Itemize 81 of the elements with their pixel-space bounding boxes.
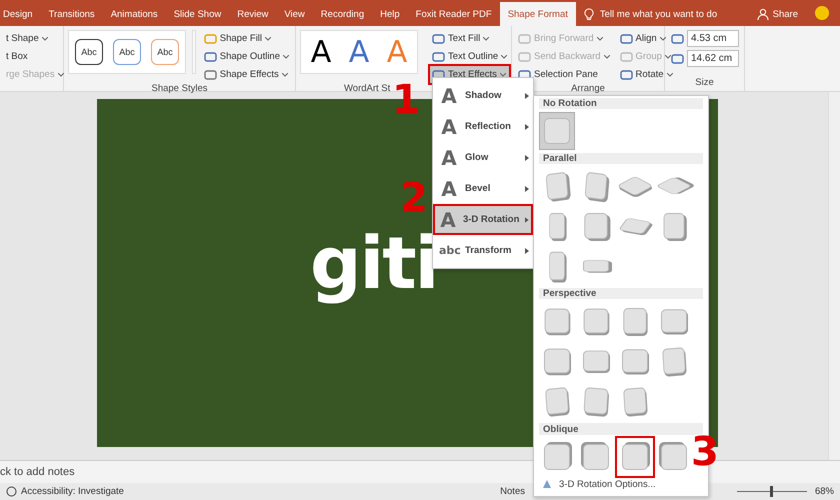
ribbon-command[interactable]: t Shape [4,30,66,47]
ribbon-command[interactable]: Shape Effects [202,66,291,83]
group-label: Size [695,77,714,90]
effect-icon: A [439,114,459,138]
section-header: No Rotation [539,98,703,110]
caret-icon [483,36,490,40]
shape-style-preset[interactable]: Abc [113,39,141,65]
notes-button[interactable]: Notes [500,486,525,497]
zoom-level[interactable]: 68% [814,486,834,497]
menu-item[interactable]: A Shadow [433,80,533,111]
effect-icon: abc [439,244,459,257]
ribbon-tab[interactable]: Foxit Reader PDF [408,2,500,26]
ribbon-tab[interactable]: Help [372,2,408,26]
group-label: Shape Styles [152,83,208,95]
effect-icon: A [439,176,459,200]
ribbon-command[interactable]: Rotate [618,66,675,83]
submenu-arrow-icon [525,248,529,254]
ribbon-command[interactable]: Shape Outline [202,48,291,65]
ribbon-tab[interactable]: Design [0,2,41,26]
submenu-arrow-icon [525,124,529,130]
section-header: Oblique [539,423,703,435]
caret-icon [42,36,48,40]
ribbon-tab[interactable]: Transitions [40,2,103,26]
wordart-preset[interactable]: A [345,34,373,70]
lightbulb-icon [584,8,594,20]
ribbon-tab[interactable]: Review [229,2,276,26]
caret-icon [664,54,671,58]
menu-item[interactable]: A Glow [433,142,533,173]
vertical-scrollbar[interactable] [828,92,840,460]
ribbon-tab[interactable]: Animations [102,2,166,26]
share-button[interactable]: Share [756,2,798,26]
zoom-thumb[interactable] [770,486,773,497]
tell-me-search[interactable]: Tell me what you want to do [600,8,718,20]
menu-item[interactable]: A Bevel [433,173,533,204]
rotation-preset[interactable] [539,112,575,150]
options-icon [541,478,553,490]
accessibility-icon [6,486,17,497]
section-header: Perspective [539,288,703,300]
submenu-arrow-icon [525,154,529,160]
rotation-preset[interactable] [617,438,653,476]
ribbon-command[interactable]: t Box [4,48,66,65]
menu-item[interactable]: A Reflection [433,111,533,142]
shape-style-preset[interactable]: Abc [151,39,179,65]
group-label: Arrange [571,83,605,95]
ribbon-tab[interactable]: Recording [312,2,372,26]
caret-icon [501,54,508,58]
ribbon-command[interactable]: Text Outline [430,48,510,65]
size-field[interactable]: 14.62 cm [687,50,739,67]
step-number: 3 [691,432,719,472]
effect-icon: A [439,84,459,108]
caret-icon [265,36,272,40]
caret-icon [604,54,610,58]
group-label: WordArt St [344,83,390,95]
shape-style-preset[interactable]: Abc [75,39,103,65]
effect-icon: A [439,146,459,170]
effect-icon: A [439,208,457,232]
caret-icon [666,72,673,76]
ribbon-tab[interactable]: Shape Format [500,2,576,26]
caret-icon [660,36,666,40]
ribbon-command[interactable]: Text Fill [430,30,510,47]
step-number: 2 [400,178,428,218]
caret-icon [283,54,289,58]
size-field[interactable]: 4.53 cm [687,30,739,47]
wordart-preset[interactable]: A [307,34,335,70]
section-header: Parallel [539,153,703,164]
caret-icon [500,72,506,76]
notes-placeholder[interactable]: ck to add notes [0,466,75,478]
rotation-options-item[interactable]: 3-D Rotation Options... [539,478,703,492]
submenu-arrow-icon [525,216,529,222]
menu-item[interactable]: A 3-D Rotation [433,204,533,235]
submenu-arrow-icon [525,186,529,192]
person-icon [756,8,769,20]
caret-icon [596,36,603,40]
ribbon-tab[interactable]: Slide Show [166,2,230,26]
ribbon-command[interactable]: Shape Fill [202,30,291,47]
submenu-arrow-icon [525,92,529,98]
ribbon-tab[interactable]: View [276,2,313,26]
ribbon-command[interactable]: Align [618,30,675,47]
accessibility-status[interactable]: Accessibility: Investigate [21,486,124,497]
caret-icon [58,72,64,76]
caret-icon [282,72,288,76]
